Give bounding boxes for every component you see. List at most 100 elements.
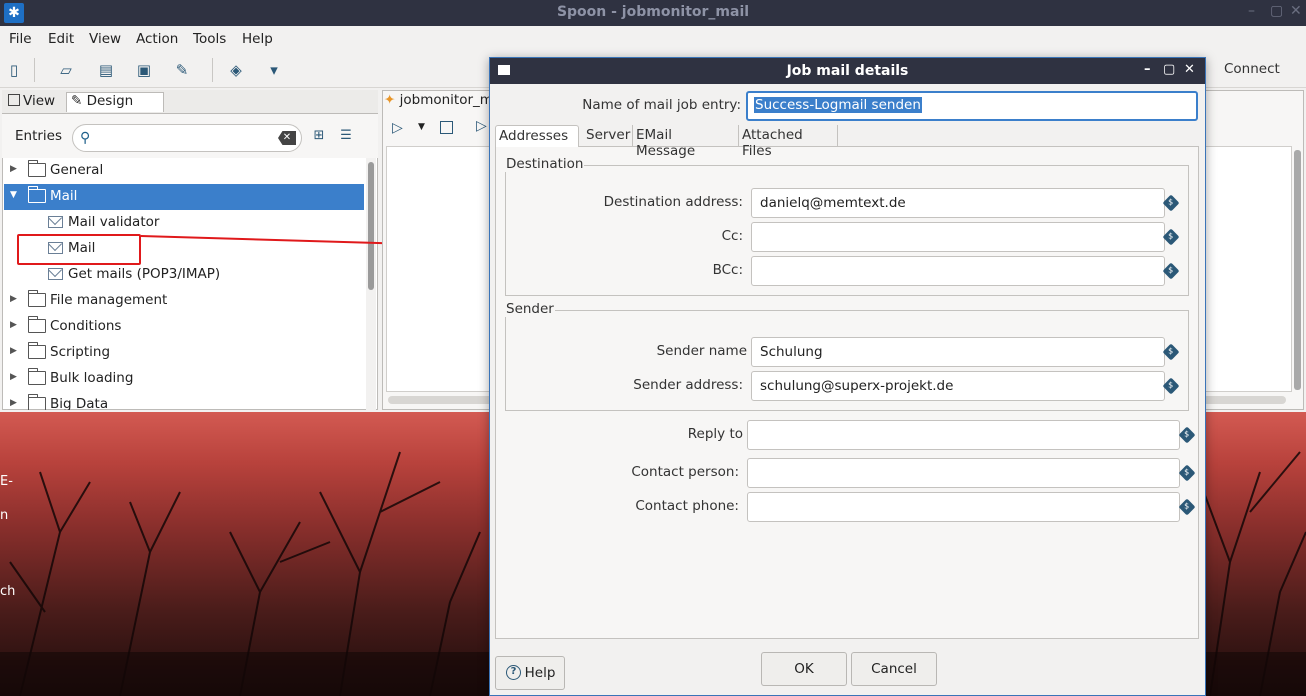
stop-icon[interactable] bbox=[440, 121, 453, 134]
expand-tree-icon[interactable]: ⊞ bbox=[310, 128, 328, 146]
window-title: Spoon - jobmonitor_mail bbox=[556, 4, 750, 20]
tab-attached-files[interactable]: Attached Files bbox=[739, 125, 838, 159]
contact-person-input[interactable] bbox=[747, 458, 1180, 488]
dialog-maximize-button[interactable]: ▢ bbox=[1163, 62, 1175, 77]
sender-address-input[interactable]: schulung@superx-projekt.de bbox=[751, 371, 1165, 401]
connect-button[interactable]: Connect bbox=[1224, 61, 1280, 77]
spoon-logo-icon: ✱ bbox=[4, 3, 24, 23]
destination-group-title: Destination bbox=[505, 156, 585, 172]
tree-folder-file-management[interactable]: ▶ File management bbox=[4, 288, 364, 314]
chevron-down-icon[interactable]: ▼ bbox=[418, 122, 425, 132]
tab-jobmonitor[interactable]: ✦ jobmonitor_m bbox=[384, 92, 494, 112]
view-tab-icon bbox=[8, 94, 20, 106]
menu-tools[interactable]: Tools bbox=[193, 31, 226, 47]
sender-name-label: Sender name bbox=[656, 343, 747, 359]
reply-to-input[interactable] bbox=[747, 420, 1180, 450]
search-input[interactable] bbox=[72, 124, 302, 152]
destination-address-input[interactable]: danielq@memtext.de bbox=[751, 188, 1165, 218]
tree-entry-get-mails[interactable]: Get mails (POP3/IMAP) bbox=[4, 262, 364, 288]
minimize-window-button[interactable]: – bbox=[1248, 3, 1255, 19]
tree-folder-conditions[interactable]: ▶ Conditions bbox=[4, 314, 364, 340]
tree-folder-mail[interactable]: ▼ Mail bbox=[4, 184, 364, 210]
menu-edit[interactable]: Edit bbox=[48, 31, 74, 47]
help-icon: ? bbox=[506, 665, 521, 680]
collapse-arrow-icon[interactable]: ▼ bbox=[10, 190, 17, 200]
expand-arrow-icon[interactable]: ▶ bbox=[10, 346, 17, 356]
desktop-text-fragment: E- bbox=[0, 474, 13, 489]
sender-name-input[interactable]: Schulung bbox=[751, 337, 1165, 367]
dialog-title: Job mail details bbox=[786, 63, 909, 79]
bcc-input[interactable] bbox=[751, 256, 1165, 286]
tree-item-label: Mail validator bbox=[68, 214, 160, 230]
dialog-close-button[interactable]: ✕ bbox=[1184, 62, 1195, 77]
cc-label: Cc: bbox=[721, 228, 743, 244]
tree-scrollbar-thumb[interactable] bbox=[368, 162, 374, 290]
variable-symbol: $ bbox=[1168, 266, 1174, 275]
bcc-label: BCc: bbox=[712, 262, 743, 278]
job-icon: ✦ bbox=[384, 92, 396, 108]
tree-item-label: File management bbox=[50, 292, 168, 308]
tree-item-label: Conditions bbox=[50, 318, 122, 334]
tree-folder-big-data[interactable]: ▶ Big Data bbox=[4, 392, 364, 410]
variable-symbol: $ bbox=[1184, 430, 1190, 439]
variable-symbol: $ bbox=[1184, 502, 1190, 511]
expand-arrow-icon[interactable]: ▶ bbox=[10, 398, 17, 408]
toolbar-separator bbox=[212, 58, 213, 82]
close-window-button[interactable]: ✕ bbox=[1290, 3, 1302, 19]
canvas-vertical-scrollbar[interactable] bbox=[1294, 150, 1301, 390]
desktop-text-fragment: n bbox=[0, 508, 9, 523]
menu-file[interactable]: File bbox=[9, 31, 32, 47]
folder-icon bbox=[28, 394, 46, 410]
menu-view[interactable]: View bbox=[89, 31, 121, 47]
contact-phone-label: Contact phone: bbox=[635, 498, 739, 514]
tab-server[interactable]: Server bbox=[583, 125, 633, 147]
save-icon[interactable]: ▣ bbox=[134, 60, 154, 80]
explore-repository-icon[interactable]: ▤ bbox=[96, 60, 116, 80]
variable-symbol: $ bbox=[1184, 468, 1190, 477]
pencil-icon: ✎ bbox=[71, 93, 83, 109]
expand-arrow-icon[interactable]: ▶ bbox=[10, 294, 17, 304]
tab-email-message[interactable]: EMail Message bbox=[633, 125, 739, 159]
sender-address-label: Sender address: bbox=[633, 377, 743, 393]
new-file-icon[interactable]: ▯ bbox=[4, 60, 24, 80]
cancel-button[interactable]: Cancel bbox=[851, 652, 937, 686]
expand-arrow-icon[interactable]: ▶ bbox=[10, 164, 17, 174]
variable-symbol: $ bbox=[1168, 198, 1174, 207]
tab-design[interactable]: ✎ Design bbox=[66, 92, 165, 112]
tree-item-label: Bulk loading bbox=[50, 370, 134, 386]
run-partial-icon[interactable]: ▷ bbox=[476, 118, 488, 136]
folder-icon bbox=[28, 368, 46, 385]
tab-addresses[interactable]: Addresses bbox=[495, 125, 579, 147]
collapse-tree-icon[interactable]: ☰ bbox=[337, 128, 355, 146]
save-as-icon[interactable]: ✎ bbox=[172, 60, 192, 80]
entry-name-value: Success-Logmail senden bbox=[754, 97, 922, 113]
entries-tree: ▶ General ▼ Mail Mail validator Mail Get… bbox=[4, 158, 366, 410]
expand-arrow-icon[interactable]: ▶ bbox=[10, 372, 17, 382]
folder-icon bbox=[28, 186, 46, 203]
contact-phone-input[interactable] bbox=[747, 492, 1180, 522]
menu-help[interactable]: Help bbox=[242, 31, 273, 47]
entry-name-input[interactable]: Success-Logmail senden bbox=[746, 91, 1198, 121]
ok-button[interactable]: OK bbox=[761, 652, 847, 686]
tree-item-label: Mail bbox=[50, 188, 78, 204]
cc-input[interactable] bbox=[751, 222, 1165, 252]
tab-view[interactable]: View bbox=[4, 93, 59, 113]
entry-name-label: Name of mail job entry: bbox=[582, 97, 741, 113]
get-mails-icon bbox=[48, 268, 63, 280]
menu-action[interactable]: Action bbox=[136, 31, 178, 47]
maximize-window-button[interactable]: ▢ bbox=[1270, 3, 1283, 19]
run-icon[interactable]: ▷ bbox=[392, 120, 403, 136]
tree-item-label: Get mails (POP3/IMAP) bbox=[68, 266, 221, 282]
chevron-down-icon[interactable]: ▾ bbox=[264, 60, 284, 80]
layers-icon[interactable]: ◈ bbox=[226, 60, 246, 80]
dialog-minimize-button[interactable]: – bbox=[1144, 62, 1151, 77]
contact-person-label: Contact person: bbox=[631, 464, 739, 480]
dialog-titlebar: Job mail details bbox=[490, 58, 1205, 84]
open-file-icon[interactable]: ▱ bbox=[56, 60, 76, 80]
expand-arrow-icon[interactable]: ▶ bbox=[10, 320, 17, 330]
tree-item-label: Scripting bbox=[50, 344, 111, 360]
tree-folder-scripting[interactable]: ▶ Scripting bbox=[4, 340, 364, 366]
tree-folder-bulk-loading[interactable]: ▶ Bulk loading bbox=[4, 366, 364, 392]
variable-symbol: $ bbox=[1168, 381, 1174, 390]
tree-folder-general[interactable]: ▶ General bbox=[4, 158, 364, 184]
